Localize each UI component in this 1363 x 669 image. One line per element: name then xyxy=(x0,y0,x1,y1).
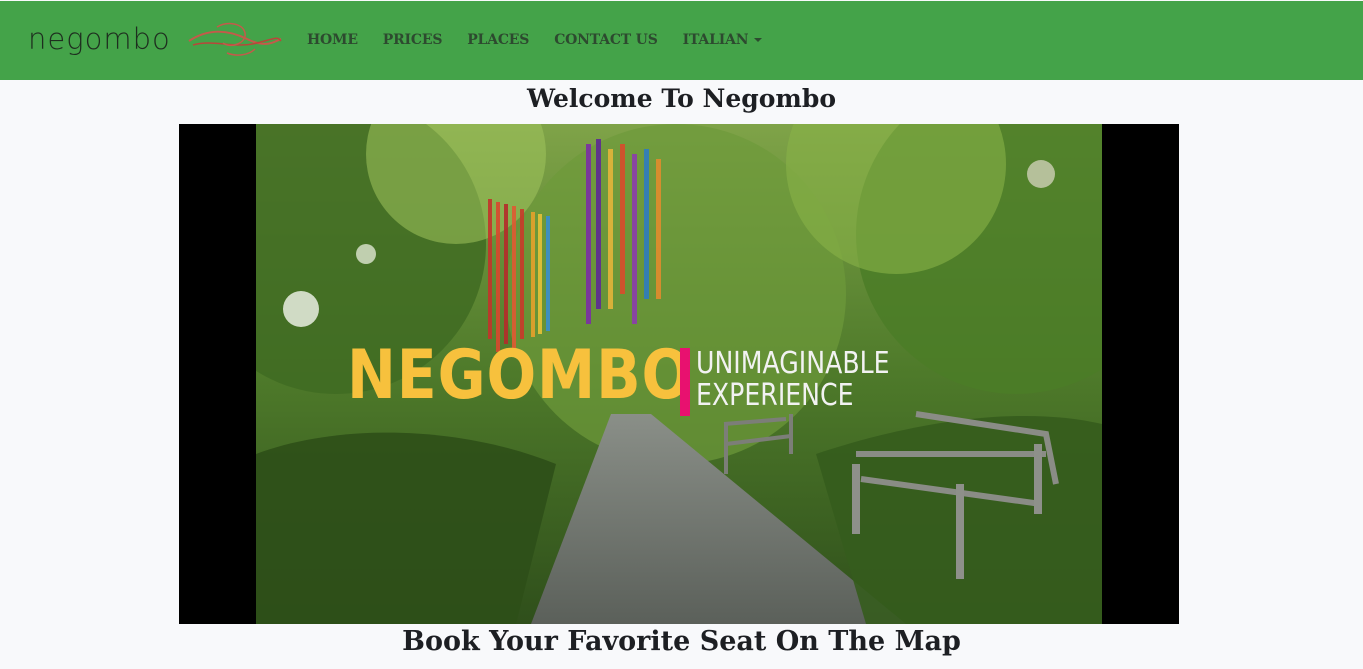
logo-swirl-icon xyxy=(188,22,282,56)
promo-video[interactable]: NEGOMBO UNIMAGINABLE EXPERIENCE xyxy=(179,124,1179,624)
video-brand-title: NEGOMBO xyxy=(347,336,693,415)
video-brand-divider xyxy=(680,348,690,416)
top-navbar: negombo HOME PRICES PLACES CONTACT US IT… xyxy=(0,1,1363,80)
nav-places[interactable]: PLACES xyxy=(467,32,529,48)
video-tagline: UNIMAGINABLE EXPERIENCE xyxy=(696,348,890,412)
caret-down-icon xyxy=(754,38,763,42)
nav-home[interactable]: HOME xyxy=(307,32,358,48)
nav-prices[interactable]: PRICES xyxy=(383,32,443,48)
video-tagline-line1: UNIMAGINABLE xyxy=(696,346,890,381)
nav-language-dropdown[interactable]: ITALIAN xyxy=(683,32,763,48)
nav-contact-us[interactable]: CONTACT US xyxy=(554,32,658,48)
section-heading-book-seat: Book Your Favorite Seat On The Map xyxy=(402,626,961,657)
logo-wordmark: negombo xyxy=(28,21,171,56)
nav-language-label: ITALIAN xyxy=(682,32,749,48)
video-tagline-line2: EXPERIENCE xyxy=(696,377,854,413)
main-nav: HOME PRICES PLACES CONTACT US ITALIAN xyxy=(307,32,787,48)
site-logo[interactable]: negombo xyxy=(28,19,283,59)
page-title: Welcome To Negombo xyxy=(526,84,837,113)
